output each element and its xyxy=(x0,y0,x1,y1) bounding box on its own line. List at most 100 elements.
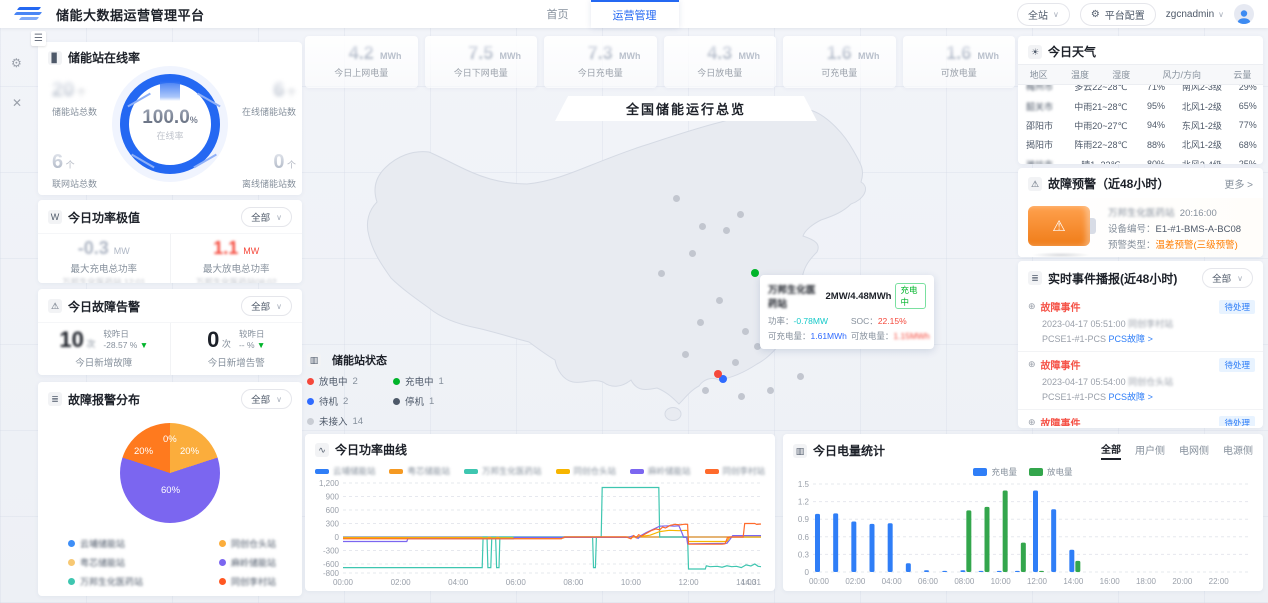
warning-icon: ⚠ xyxy=(1028,177,1042,191)
panel-title: 今日电量统计 xyxy=(813,442,885,459)
china-map-area: 全国储能运行总览 万邦生化医药站 2MW/4.48MWh 充电中 功率：-0.7… xyxy=(305,92,1015,428)
power-extreme-filter-dropdown[interactable]: 全部 ∨ xyxy=(241,207,292,227)
gauge-decoration xyxy=(160,81,180,101)
alarm-pie-chart: 20%0%20%60% xyxy=(120,423,220,523)
svg-text:04:00: 04:00 xyxy=(882,577,903,586)
curve-legend[interactable]: 云埔储能站 粤芯储能站 万邦生化医药站 同创仓头站 麻岭储能站 同创李村站 xyxy=(305,465,775,477)
svg-text:02:00: 02:00 xyxy=(845,577,866,586)
station-dot[interactable] xyxy=(797,373,804,380)
weather-cell: 北风1-2级 xyxy=(1171,135,1232,154)
weather-cell: 晴1~22℃ xyxy=(1061,155,1141,165)
pie-legend-item[interactable]: 万邦生化医药站 xyxy=(68,575,143,588)
weather-col-header: 风力/方向 xyxy=(1142,65,1222,85)
curve-legend-item[interactable]: 云埔储能站 xyxy=(315,465,376,477)
svg-text:0.9: 0.9 xyxy=(798,515,810,524)
power-extreme-values: -0.3 MW最大充电总功率万邦生化医药站 12:011.1 MW最大放电总功率… xyxy=(38,234,302,283)
filter-value: 全部 xyxy=(251,210,270,224)
close-icon[interactable]: ✕ xyxy=(12,96,22,110)
panel-fault-alarm: ⚠ 今日故障告警 全部 ∨ 10 次较昨日-28.57 % ▼今日新增故障0 次… xyxy=(38,289,302,375)
event-item[interactable]: ⊕故障事件待处理2023-04-17 11:15:00 麻岭储能站PCSE1-#… xyxy=(1018,410,1263,426)
warning-card[interactable]: ⚠ 万邦生化医药站 20:16:00 设备编号：E1-#1-BMS-A-BC08… xyxy=(1018,198,1263,257)
fault-filter-dropdown[interactable]: 全部 ∨ xyxy=(241,296,292,316)
gear-icon[interactable]: ⚙ xyxy=(11,56,22,70)
pie-legend-item[interactable]: 同创李村站 xyxy=(219,575,276,588)
status-legend-item: 未接入14 xyxy=(307,414,393,428)
curve-legend-item[interactable]: 同创仓头站 xyxy=(556,465,617,477)
energy-tabs[interactable]: 全部用户侧电网侧电源侧 xyxy=(1101,441,1253,460)
station-dot[interactable] xyxy=(751,269,759,277)
station-dot[interactable] xyxy=(732,359,739,366)
svg-text:900: 900 xyxy=(326,493,340,502)
station-dot[interactable] xyxy=(742,328,749,335)
panel-power-extreme: W 今日功率极值 全部 ∨ -0.3 MW最大充电总功率万邦生化医药站 12:0… xyxy=(38,200,302,283)
username: zgcnadmin xyxy=(1166,9,1214,20)
event-list[interactable]: ⊕故障事件待处理2023-04-17 05:51:00 同创李村站PCSE1-#… xyxy=(1018,294,1263,426)
menu-collapse-button[interactable]: ☰ xyxy=(31,31,46,46)
panel-alarm-distribution: ≣ 故障报警分布 全部 ∨ 20%0%20%60% 云埔储能站粤芯储能站万邦生化… xyxy=(38,382,302,596)
svg-text:20:00: 20:00 xyxy=(1172,577,1193,586)
bar-legend-item[interactable]: 充电量 xyxy=(973,466,1017,478)
tooltip-metric: SOC：22.15% xyxy=(851,315,930,327)
nav-tab-operations[interactable]: 运营管理 xyxy=(591,0,679,28)
weather-col-header: 云量 xyxy=(1222,65,1263,85)
station-dot[interactable] xyxy=(673,195,680,202)
weather-cell: 北风3-4级 xyxy=(1171,155,1232,165)
station-dot[interactable] xyxy=(699,223,706,230)
chevron-down-icon: ∨ xyxy=(276,395,282,404)
station-dot[interactable] xyxy=(697,319,704,326)
pie-legend-item[interactable]: 云埔储能站 xyxy=(68,537,143,550)
energy-tab-用户侧[interactable]: 用户侧 xyxy=(1135,442,1165,459)
warning-type: 温差预警(三级预警) xyxy=(1156,240,1238,251)
energy-tab-全部[interactable]: 全部 xyxy=(1101,441,1121,460)
bar-legend-item[interactable]: 放电量 xyxy=(1029,466,1073,478)
weather-cell: 95% xyxy=(1141,96,1172,115)
svg-text:18:00: 18:00 xyxy=(1136,577,1157,586)
warning-more-link[interactable]: 更多 > xyxy=(1224,176,1253,191)
station-dot[interactable] xyxy=(689,250,696,257)
station-dot[interactable] xyxy=(723,227,730,234)
site-selector-dropdown[interactable]: 全站 ∨ xyxy=(1017,3,1070,26)
tooltip-metric: 可充电量：1.61MWh xyxy=(768,330,847,342)
curve-legend-item[interactable]: 万邦生化医药站 xyxy=(464,465,542,477)
curve-legend-item[interactable]: 同创李村站 xyxy=(705,465,766,477)
avatar[interactable] xyxy=(1234,4,1254,24)
station-dot[interactable] xyxy=(658,270,665,277)
pie-legend-item[interactable]: 麻岭储能站 xyxy=(219,556,276,569)
platform-config-button[interactable]: ⚙ 平台配置 xyxy=(1080,3,1156,26)
svg-text:02:00: 02:00 xyxy=(391,578,412,587)
svg-text:12:00: 12:00 xyxy=(1027,577,1048,586)
station-dot[interactable] xyxy=(714,370,722,378)
weather-col-header: 湿度 xyxy=(1101,65,1142,85)
pie-legend-item[interactable]: 粤芯储能站 xyxy=(68,556,143,569)
weather-col-header: 地区 xyxy=(1018,65,1059,85)
curve-legend-item[interactable]: 麻岭储能站 xyxy=(630,465,691,477)
weather-table-header: 地区温度湿度风力/方向云量 xyxy=(1018,64,1263,85)
event-item[interactable]: ⊕故障事件待处理2023-04-17 05:54:00 同创仓头站PCSE1-#… xyxy=(1018,352,1263,410)
fault-alarm-item: 10 次较昨日-28.57 % ▼今日新增故障 xyxy=(38,323,170,375)
nav-tab-home[interactable]: 首页 xyxy=(525,0,591,28)
energy-tab-电网侧[interactable]: 电网侧 xyxy=(1179,442,1209,459)
weather-table-body[interactable]: 梅州市多云22~28℃71%南风2-3级29%韶关市中雨21~28℃95%北风1… xyxy=(1018,85,1263,164)
svg-text:14:31: 14:31 xyxy=(741,578,762,587)
energy-tab-电源侧[interactable]: 电源侧 xyxy=(1223,442,1253,459)
weather-row: 邵阳市中雨20~27℃94%东风1-2级77% xyxy=(1018,116,1263,135)
station-dot[interactable] xyxy=(682,351,689,358)
station-dot[interactable] xyxy=(737,211,744,218)
event-status-badge: 待处理 xyxy=(1219,416,1255,426)
online-stat-br: 0 个离线储能站数 xyxy=(222,152,296,190)
station-dot[interactable] xyxy=(767,387,774,394)
user-menu[interactable]: zgcnadmin ∨ xyxy=(1166,9,1224,20)
events-filter-dropdown[interactable]: 全部 ∨ xyxy=(1202,268,1253,288)
station-dot[interactable] xyxy=(716,297,723,304)
chevron-down-icon: ∨ xyxy=(1053,10,1059,19)
station-dot[interactable] xyxy=(702,387,709,394)
pie-filter-dropdown[interactable]: 全部 ∨ xyxy=(241,389,292,409)
fault-alarm-values: 10 次较昨日-28.57 % ▼今日新增故障0 次较昨日-- % ▼今日新增告… xyxy=(38,323,302,375)
event-item[interactable]: ⊕故障事件待处理2023-04-17 05:51:00 同创李村站PCSE1-#… xyxy=(1018,294,1263,352)
tooltip-metric: 可放电量：1.15MWh xyxy=(851,330,930,342)
weather-cell: 南风2-3级 xyxy=(1171,85,1232,96)
svg-text:0.6: 0.6 xyxy=(798,533,810,542)
curve-legend-item[interactable]: 粤芯储能站 xyxy=(389,465,450,477)
pie-legend-item[interactable]: 同创仓头站 xyxy=(219,537,276,550)
station-dot[interactable] xyxy=(738,393,745,400)
